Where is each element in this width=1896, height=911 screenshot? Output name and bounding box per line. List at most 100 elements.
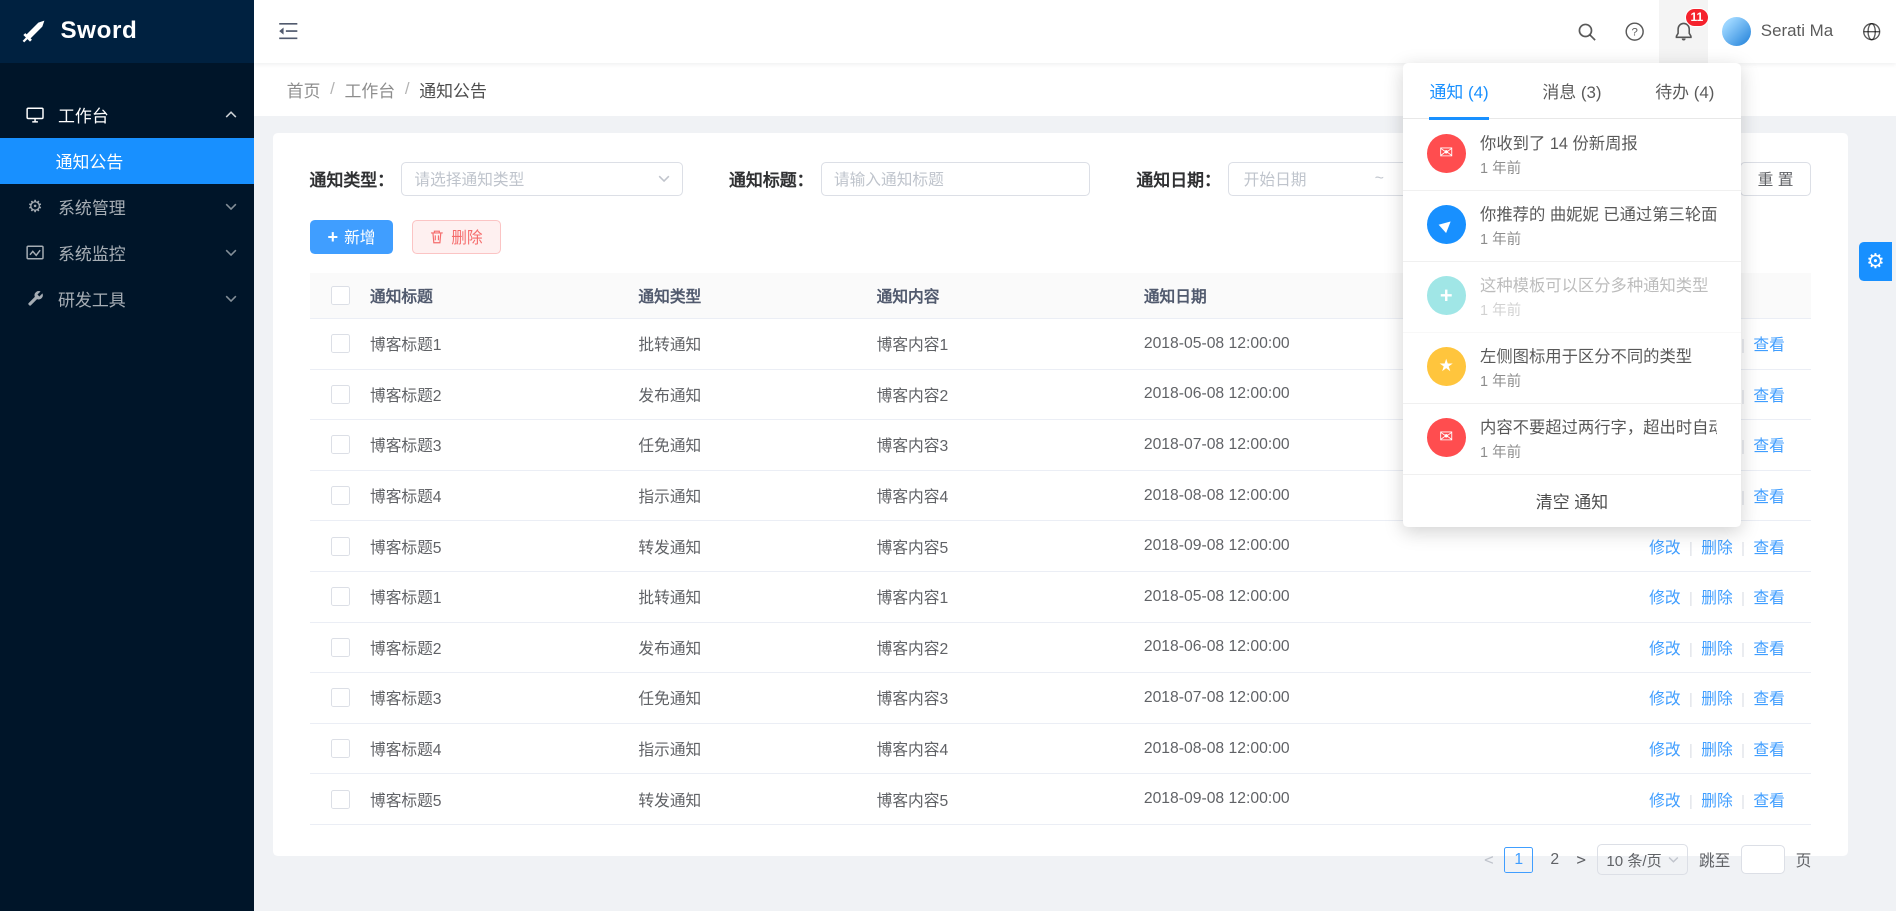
cell-title: 博客标题1 [370, 318, 638, 369]
breadcrumb-workbench[interactable]: 工作台 [344, 77, 395, 102]
action-divider: | [1689, 743, 1693, 759]
monitor-icon [24, 244, 46, 262]
table-row: 博客标题4 指示通知 博客内容4 2018-08-08 12:00:00 修改|… [310, 723, 1812, 774]
row-checkbox[interactable] [331, 334, 350, 353]
view-link[interactable]: 查看 [1753, 590, 1784, 607]
delete-link[interactable]: 删除 [1701, 742, 1732, 759]
view-link[interactable]: 查看 [1753, 540, 1784, 557]
sidebar-item-workbench[interactable]: 工作台 [0, 92, 254, 138]
action-divider: | [1689, 591, 1693, 607]
delete-link[interactable]: 删除 [1701, 691, 1732, 708]
delete-link[interactable]: 删除 [1701, 540, 1732, 557]
tab-todos[interactable]: 待办 (4) [1628, 63, 1741, 119]
edit-link[interactable]: 修改 [1649, 742, 1680, 759]
notification-item[interactable]: 你推荐的 曲妮妮 已通过第三轮面试 1 年前 [1403, 191, 1742, 262]
search-icon[interactable] [1563, 0, 1611, 63]
help-icon[interactable]: ? [1611, 0, 1659, 63]
notification-time: 1 年前 [1480, 303, 1717, 320]
filter-group-type: 通知类型： 请选择通知类型 [310, 162, 684, 196]
breadcrumb-home[interactable]: 首页 [287, 77, 321, 102]
jump-page-input[interactable] [1741, 845, 1785, 874]
cell-date: 2018-06-08 12:00:00 [1144, 622, 1411, 673]
cell-title: 博客标题2 [370, 622, 638, 673]
settings-gear-button[interactable]: ⚙ [1859, 242, 1893, 281]
cell-content: 博客内容5 [877, 774, 1144, 825]
view-link[interactable]: 查看 [1753, 793, 1784, 810]
row-checkbox[interactable] [331, 537, 350, 556]
page-button-2[interactable]: 2 [1544, 848, 1566, 872]
row-checkbox[interactable] [331, 486, 350, 505]
cell-title: 博客标题1 [370, 571, 638, 622]
notification-dropdown: 通知 (4) 消息 (3) 待办 (4) 你收到了 14 份新周报 1 年前 [1403, 63, 1742, 527]
cell-type: 指示通知 [638, 470, 876, 521]
edit-link[interactable]: 修改 [1649, 793, 1680, 810]
row-checkbox[interactable] [331, 790, 350, 809]
action-divider: | [1741, 439, 1745, 455]
user-name: Serati Ma [1761, 21, 1833, 41]
view-link[interactable]: 查看 [1753, 388, 1784, 405]
cell-date: 2018-09-08 12:00:00 [1144, 521, 1411, 572]
row-checkbox[interactable] [331, 587, 350, 606]
action-divider: | [1689, 541, 1693, 557]
action-divider: | [1689, 794, 1693, 810]
prev-page-button[interactable]: < [1484, 850, 1493, 869]
view-link[interactable]: 查看 [1753, 742, 1784, 759]
page-size-select[interactable]: 10 条/页 [1597, 844, 1688, 875]
action-divider: | [1689, 692, 1693, 708]
sword-logo-icon [19, 17, 48, 46]
menu-fold-icon[interactable] [278, 22, 299, 40]
page-button-1[interactable]: 1 [1504, 847, 1533, 873]
notification-item[interactable]: 左侧图标用于区分不同的类型 1 年前 [1403, 333, 1742, 404]
notification-time: 1 年前 [1480, 374, 1717, 391]
plus-icon [1440, 285, 1453, 307]
edit-link[interactable]: 修改 [1649, 540, 1680, 557]
user-menu[interactable]: Serati Ma [1708, 0, 1848, 63]
edit-link[interactable]: 修改 [1649, 641, 1680, 658]
tab-notifications[interactable]: 通知 (4) [1403, 63, 1516, 119]
view-link[interactable]: 查看 [1753, 691, 1784, 708]
view-link[interactable]: 查看 [1753, 438, 1784, 455]
sidebar-menu: 工作台 通知公告 ⚙ 系统管理 系统监控 [0, 63, 254, 322]
add-button[interactable]: + 新增 [310, 220, 394, 254]
date-separator: ~ [1375, 170, 1384, 188]
edit-link[interactable]: 修改 [1649, 590, 1680, 607]
action-divider: | [1741, 591, 1745, 607]
delete-button[interactable]: 删除 [412, 220, 501, 254]
sidebar-item-notice[interactable]: 通知公告 [0, 138, 254, 184]
row-checkbox[interactable] [331, 739, 350, 758]
next-page-button[interactable]: > [1577, 850, 1586, 869]
cell-actions: 修改|删除|查看 [1411, 723, 1811, 774]
notification-list: 你收到了 14 份新周报 1 年前 你推荐的 曲妮妮 已通过第三轮面试 1 年前 [1403, 119, 1742, 474]
edit-link[interactable]: 修改 [1649, 691, 1680, 708]
view-link[interactable]: 查看 [1753, 641, 1784, 658]
language-globe-icon[interactable] [1848, 0, 1896, 63]
page-unit-label: 页 [1796, 848, 1812, 871]
row-checkbox[interactable] [331, 385, 350, 404]
row-checkbox[interactable] [331, 638, 350, 657]
cell-date: 2018-06-08 12:00:00 [1144, 369, 1411, 420]
tab-messages[interactable]: 消息 (3) [1516, 63, 1629, 119]
notification-item[interactable]: 你收到了 14 份新周报 1 年前 [1403, 119, 1742, 190]
delete-link[interactable]: 删除 [1701, 590, 1732, 607]
cell-date: 2018-07-08 12:00:00 [1144, 420, 1411, 471]
notification-title: 内容不要超过两行字，超出时自动截断 [1480, 416, 1717, 440]
sidebar-item-dev-tools[interactable]: 研发工具 [0, 276, 254, 322]
chevron-up-icon [225, 111, 237, 118]
select-all-checkbox[interactable] [331, 286, 350, 305]
notification-item[interactable]: 内容不要超过两行字，超出时自动截断 1 年前 [1403, 404, 1742, 475]
sidebar-item-system-monitor[interactable]: 系统监控 [0, 230, 254, 276]
cell-content: 博客内容1 [877, 318, 1144, 369]
notification-item[interactable]: 这种模板可以区分多种通知类型 1 年前 [1403, 262, 1742, 333]
notice-title-input[interactable]: 请输入通知标题 [821, 162, 1091, 196]
view-link[interactable]: 查看 [1753, 489, 1784, 506]
notice-type-select[interactable]: 请选择通知类型 [401, 162, 683, 196]
row-checkbox[interactable] [331, 435, 350, 454]
row-checkbox[interactable] [331, 688, 350, 707]
delete-link[interactable]: 删除 [1701, 641, 1732, 658]
clear-notifications-button[interactable]: 清空 通知 [1403, 475, 1742, 527]
delete-link[interactable]: 删除 [1701, 793, 1732, 810]
reset-button[interactable]: 重 置 [1740, 162, 1812, 196]
notification-bell[interactable]: 11 [1659, 0, 1707, 63]
view-link[interactable]: 查看 [1753, 337, 1784, 354]
sidebar-item-system-management[interactable]: ⚙ 系统管理 [0, 184, 254, 230]
